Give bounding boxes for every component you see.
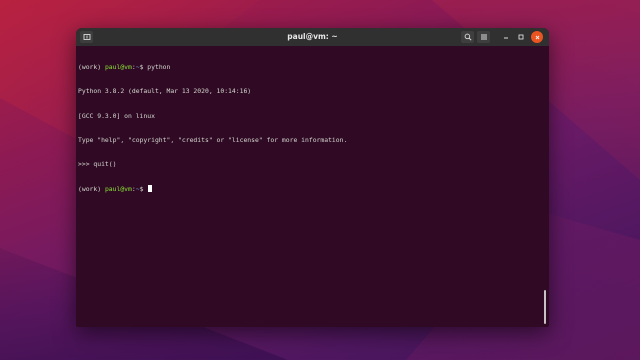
maximize-icon	[518, 34, 523, 40]
terminal-window[interactable]: paul@vm: ~ (work) paul@vm:~$ python Pyth…	[76, 28, 549, 327]
search-icon	[464, 33, 472, 41]
user-host: paul@vm	[104, 184, 132, 193]
terminal-line: (work) paul@vm:~$	[78, 184, 547, 193]
env-label: (work)	[78, 184, 105, 193]
minimize-button[interactable]	[499, 31, 512, 43]
maximize-button[interactable]	[514, 31, 527, 43]
command-text: python	[147, 63, 171, 72]
title-bar[interactable]: paul@vm: ~	[76, 28, 549, 46]
terminal-line: [GCC 9.3.0] on linux	[78, 111, 155, 120]
user-host: paul@vm	[104, 63, 132, 72]
terminal-line: Python 3.8.2 (default, Mar 13 2020, 10:1…	[78, 87, 252, 96]
hamburger-menu-icon	[480, 34, 487, 40]
menu-button[interactable]	[477, 31, 490, 43]
minimize-icon	[503, 37, 508, 39]
search-button[interactable]	[461, 31, 474, 43]
text-cursor	[148, 184, 153, 192]
new-tab-icon	[83, 34, 90, 40]
terminal-line: >>> quit()	[78, 160, 117, 169]
terminal-line: Type "help", "copyright", "credits" or "…	[78, 136, 348, 145]
terminal-line: (work) paul@vm:~$ python	[78, 63, 547, 71]
terminal-output[interactable]: (work) paul@vm:~$ python Python 3.8.2 (d…	[76, 46, 549, 327]
close-button[interactable]	[531, 31, 543, 43]
env-label: (work)	[78, 63, 105, 72]
close-icon	[535, 35, 539, 39]
new-tab-button[interactable]	[80, 31, 93, 43]
prompt-symbol: $	[139, 184, 148, 193]
scrollbar[interactable]	[544, 290, 546, 324]
